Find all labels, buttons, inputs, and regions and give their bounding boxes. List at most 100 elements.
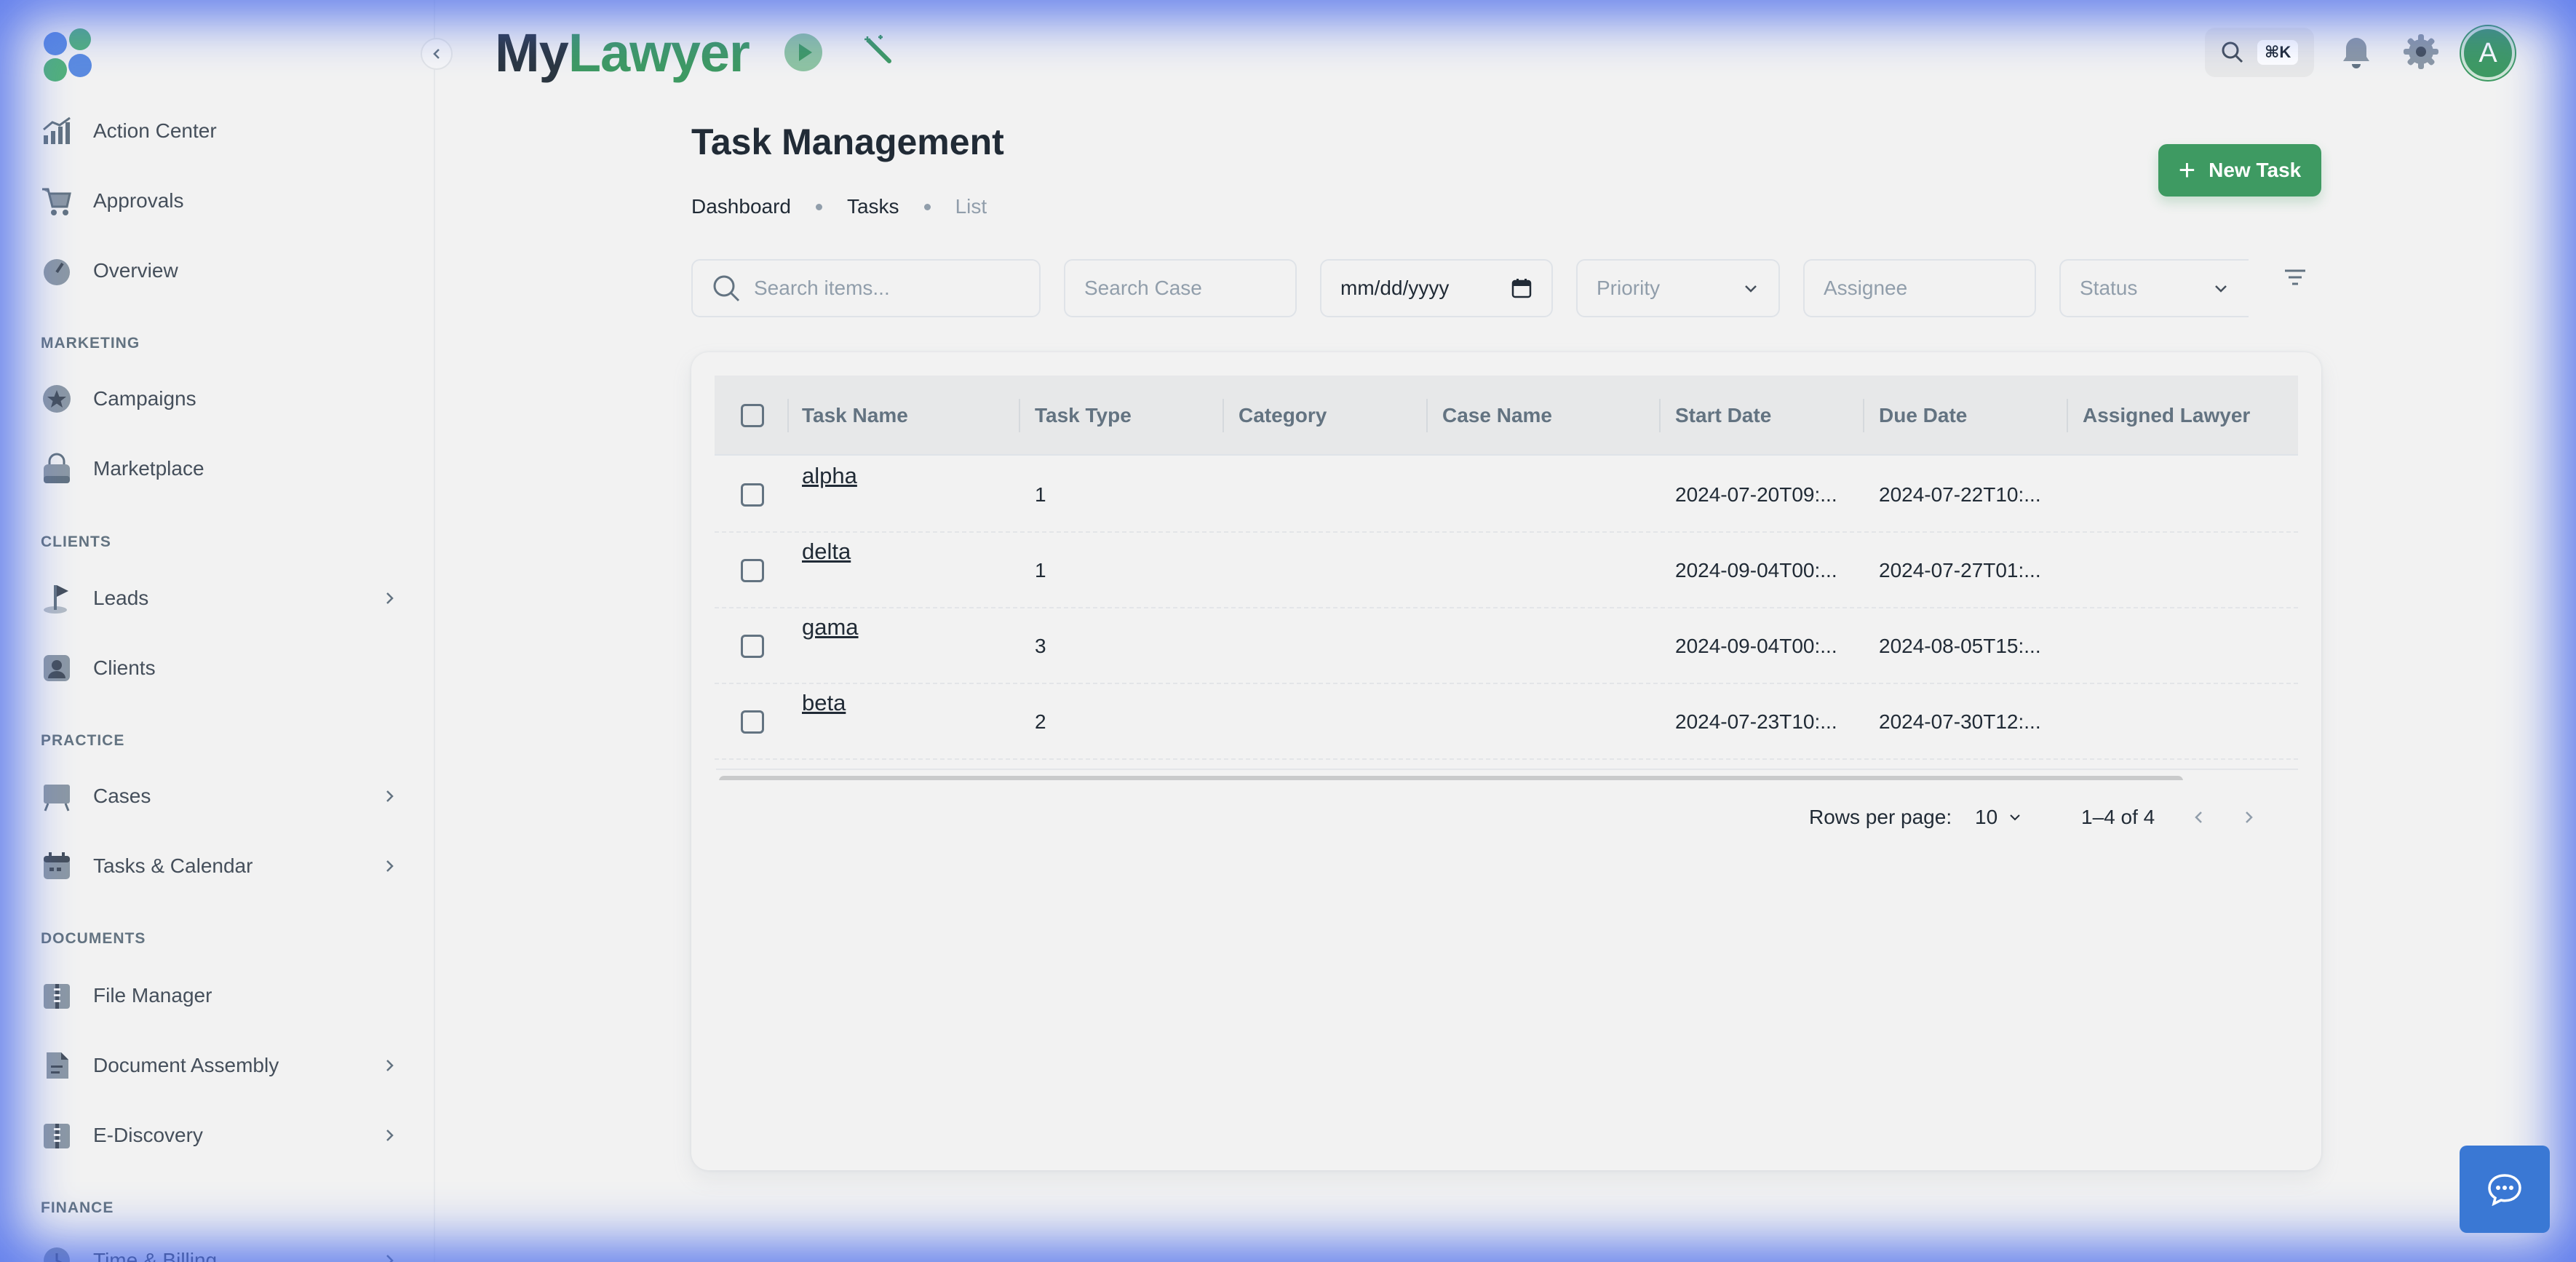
sidebar-item-action-center[interactable]: Action Center [41,108,400,154]
gear-icon[interactable] [2401,32,2441,71]
chevron-left-icon [2195,811,2202,823]
chevron-right-icon [2246,811,2253,823]
sidebar-item-file-manager[interactable]: File Manager [41,972,400,1019]
scrollbar-thumb[interactable] [719,776,2183,780]
breadcrumb: Dashboard Tasks List [691,195,987,218]
flag-icon [41,582,73,614]
magic-wand-icon[interactable] [863,33,895,66]
task-type-cell: 2 [1035,710,1046,733]
sidebar-item-clients[interactable]: Clients [41,645,400,691]
plus-icon: + [2178,154,2196,186]
date-input[interactable]: mm/dd/yyyy [1320,259,1553,317]
column-separator [787,399,789,432]
column-separator [1223,399,1224,432]
table-row[interactable]: gama 3 2024-09-04T00:... 2024-08-05T15:.… [715,608,2298,684]
app-logo-icon[interactable] [41,28,96,84]
filter-icon[interactable] [2281,263,2310,293]
column-header-task-name[interactable]: Task Name [802,376,908,456]
user-card-icon [41,652,73,684]
star-badge-icon [41,383,73,415]
chat-bubble-icon [2488,1174,2521,1206]
global-search-button[interactable]: ⌘K [2205,28,2314,77]
chevron-down-icon [1745,285,1757,293]
play-icon[interactable] [783,32,824,73]
column-header-due-date[interactable]: Due Date [1879,376,1967,456]
table-row[interactable]: alpha 1 2024-07-20T09:... 2024-07-22T10:… [715,457,2298,533]
sidebar-item-document-assembly[interactable]: Document Assembly [41,1042,400,1089]
section-heading-finance: FINANCE [41,1199,114,1216]
case-search-input[interactable]: Search Case [1064,259,1297,317]
breadcrumb-separator [815,203,822,210]
rows-per-page-select[interactable]: 10 [1975,802,2022,833]
sidebar-collapse-button[interactable] [421,38,453,70]
horizontal-scrollbar[interactable] [716,769,2298,780]
chat-button[interactable] [2460,1146,2550,1233]
row-checkbox[interactable] [741,635,764,658]
sidebar-item-label: E-Discovery [93,1124,203,1146]
column-separator [1863,399,1864,432]
sidebar-item-tasks-calendar[interactable]: Tasks & Calendar [41,843,400,889]
task-name-link[interactable]: alpha [802,463,857,489]
chevron-right-icon [380,1250,400,1262]
sidebar-item-label: Time & Billing [93,1249,218,1262]
row-checkbox[interactable] [741,483,764,507]
sidebar-item-approvals[interactable]: Approvals [41,178,400,224]
row-checkbox[interactable] [741,710,764,734]
calendar-icon[interactable] [1511,277,1533,299]
column-header-start-date[interactable]: Start Date [1675,376,1771,456]
sidebar-item-label: File Manager [93,984,212,1007]
start-date-cell: 2024-07-20T09:... [1675,483,1837,506]
task-name-link[interactable]: gama [802,614,859,640]
date-value: mm/dd/yyyy [1340,277,1450,299]
assignee-input[interactable]: Assignee [1803,259,2036,317]
next-page-button[interactable] [2234,802,2263,833]
board-icon [41,780,73,812]
sidebar-item-label: Action Center [93,119,217,142]
table-row[interactable]: beta 2 2024-07-23T10:... 2024-07-30T12:.… [715,684,2298,760]
breadcrumb-list: List [955,195,987,218]
folder-icon [41,980,73,1012]
bell-icon[interactable] [2337,33,2375,71]
select-all-checkbox[interactable] [741,404,764,427]
breadcrumb-tasks[interactable]: Tasks [847,195,899,218]
start-date-cell: 2024-09-04T00:... [1675,635,1837,657]
sidebar-item-time-billing[interactable]: Time & Billing [41,1237,400,1262]
avatar[interactable]: A [2461,26,2515,80]
calendar-icon [41,850,73,882]
section-heading-practice: PRACTICE [41,732,125,749]
column-header-task-type[interactable]: Task Type [1035,376,1132,456]
task-name-link[interactable]: delta [802,539,851,565]
chevron-down-icon [2215,285,2227,293]
sidebar-item-marketplace[interactable]: Marketplace [41,445,400,492]
row-checkbox[interactable] [741,559,764,582]
column-header-category[interactable]: Category [1239,376,1327,456]
sidebar-item-overview[interactable]: Overview [41,247,400,294]
due-date-cell: 2024-07-27T01:... [1879,559,2041,582]
case-search-placeholder: Search Case [1084,277,1202,299]
sidebar-item-label: Campaigns [93,387,196,410]
column-header-assigned-lawyer[interactable]: Assigned Lawyer [2083,376,2250,456]
table-row[interactable]: delta 1 2024-09-04T00:... 2024-07-27T01:… [715,533,2298,608]
table-header: Task Name Task Type Category Case Name S… [715,376,2298,456]
priority-select[interactable]: Priority [1576,259,1780,317]
sidebar-item-campaigns[interactable]: Campaigns [41,376,400,422]
sidebar-item-label: Tasks & Calendar [93,854,253,877]
sidebar: Action Center Approvals Overview MARKETI… [0,0,435,1262]
pagination-range: 1–4 of 4 [2081,806,2155,828]
sidebar-item-e-discovery[interactable]: E-Discovery [41,1112,400,1159]
brand-my: My [495,23,569,83]
sidebar-item-cases[interactable]: Cases [41,773,400,819]
column-header-case-name[interactable]: Case Name [1442,376,1552,456]
priority-placeholder: Priority [1597,277,1661,299]
task-type-cell: 3 [1035,635,1046,657]
status-select[interactable]: Status [2059,259,2249,317]
rows-per-page-value: 10 [1975,806,1998,828]
brand-wordmark[interactable]: MyLawyer [495,22,750,84]
new-task-button[interactable]: + New Task [2158,144,2321,197]
breadcrumb-dashboard[interactable]: Dashboard [691,195,791,218]
task-name-link[interactable]: beta [802,690,846,716]
search-input[interactable]: Search items... [691,259,1041,317]
sidebar-item-label: Marketplace [93,457,204,480]
previous-page-button[interactable] [2185,802,2214,833]
sidebar-item-leads[interactable]: Leads [41,575,400,622]
